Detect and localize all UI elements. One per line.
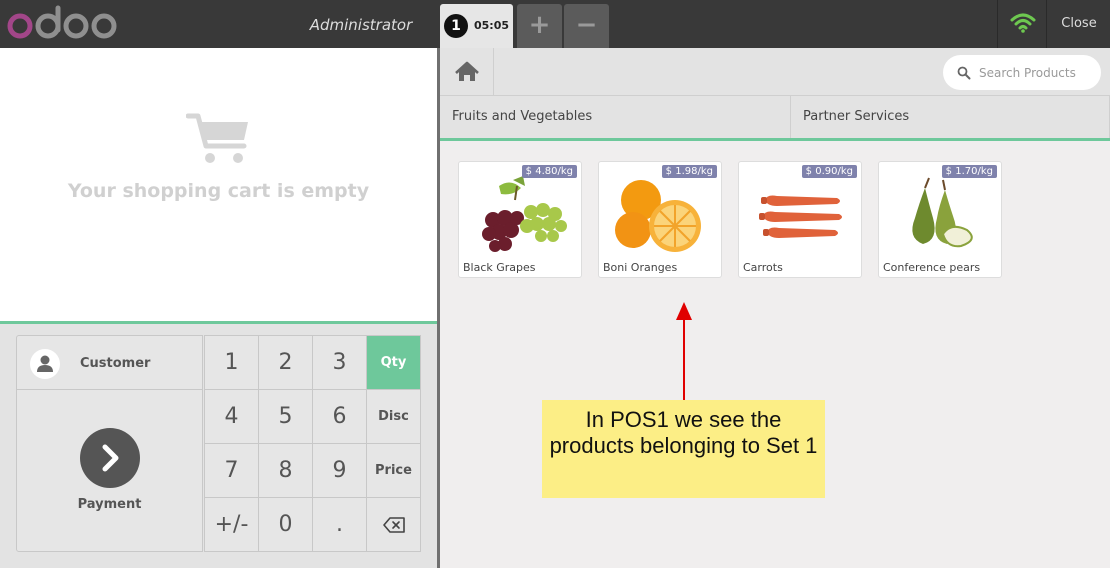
numpad-key-7[interactable]: 7	[204, 443, 259, 498]
customer-label: Customer	[80, 356, 151, 371]
user-icon	[30, 349, 60, 379]
top-bar: Administrator 1 05:05 + − Close	[0, 0, 1110, 48]
price-tag: $ 1.70/kg	[941, 165, 997, 178]
home-icon	[455, 61, 479, 81]
category-bar: Fruits and Vegetables Partner Services	[440, 96, 1110, 141]
numpad-key-1[interactable]: 1	[204, 335, 259, 390]
order-time: 05:05	[474, 19, 510, 32]
order-tab-1[interactable]: 1 05:05	[440, 4, 513, 48]
payment-label: Payment	[77, 497, 142, 512]
plus-icon: +	[528, 10, 551, 40]
product-boni-oranges[interactable]: $ 1.98/kg Boni Oranges	[598, 161, 722, 278]
product-name: Carrots	[743, 261, 783, 274]
category-fruits-and-vegetables[interactable]: Fruits and Vegetables	[440, 96, 791, 138]
wifi-icon	[1010, 13, 1036, 33]
numpad-key-dot[interactable]: .	[312, 497, 367, 552]
mode-qty-button[interactable]: Qty	[366, 335, 421, 390]
numpad-key-6[interactable]: 6	[312, 389, 367, 444]
odoo-logo	[7, 5, 117, 39]
numpad-key-plusminus[interactable]: +/-	[204, 497, 259, 552]
numpad-key-3[interactable]: 3	[312, 335, 367, 390]
mode-price-button[interactable]: Price	[366, 443, 421, 498]
numpad-key-4[interactable]: 4	[204, 389, 259, 444]
annotation-callout: In POS1 we see the products belonging to…	[542, 400, 825, 498]
product-black-grapes[interactable]: $ 4.80/kg Black Grapes	[458, 161, 582, 278]
product-screen: Fruits and Vegetables Partner Services $…	[440, 48, 1110, 568]
product-conference-pears[interactable]: $ 1.70/kg Conference pears	[878, 161, 1002, 278]
category-partner-services[interactable]: Partner Services	[790, 96, 1110, 138]
customer-button[interactable]: Customer	[16, 335, 203, 390]
numpad: 1 2 3 Qty 4 5 6 Disc 7 8 9 Price +/- 0 .	[204, 335, 421, 552]
product-name: Conference pears	[883, 261, 981, 274]
breadcrumb	[440, 48, 1110, 96]
shopping-cart-icon	[186, 113, 248, 163]
numpad-key-5[interactable]: 5	[258, 389, 313, 444]
action-pad: Customer Payment	[16, 335, 203, 552]
product-name: Black Grapes	[463, 261, 536, 274]
numpad-key-0[interactable]: 0	[258, 497, 313, 552]
remove-order-button[interactable]: −	[564, 4, 609, 48]
order-cart: Your shopping cart is empty	[0, 48, 437, 324]
backspace-button[interactable]	[366, 497, 421, 552]
carrots-image	[759, 195, 842, 238]
pears-image	[912, 177, 973, 248]
home-category-button[interactable]	[440, 48, 494, 96]
minus-icon: −	[575, 10, 598, 40]
search-input[interactable]	[979, 55, 1094, 90]
grapes-image	[482, 176, 567, 252]
close-button[interactable]: Close	[1048, 0, 1110, 48]
numpad-key-9[interactable]: 9	[312, 443, 367, 498]
search-icon	[957, 66, 971, 80]
price-tag: $ 0.90/kg	[801, 165, 857, 178]
left-pane: Your shopping cart is empty Customer Pay…	[0, 48, 437, 568]
search-box[interactable]	[943, 55, 1101, 90]
product-carrots[interactable]: $ 0.90/kg Carrots	[738, 161, 862, 278]
username: Administrator	[309, 16, 413, 34]
connection-status[interactable]	[997, 0, 1047, 48]
backspace-icon	[382, 517, 405, 533]
payment-button[interactable]: Payment	[16, 389, 203, 552]
numpad-key-8[interactable]: 8	[258, 443, 313, 498]
add-order-button[interactable]: +	[517, 4, 562, 48]
mode-disc-button[interactable]: Disc	[366, 389, 421, 444]
product-name: Boni Oranges	[603, 261, 678, 274]
annotation-arrow-icon	[676, 302, 692, 402]
numpad-key-2[interactable]: 2	[258, 335, 313, 390]
oranges-image	[615, 180, 701, 252]
empty-cart-message: Your shopping cart is empty	[67, 180, 370, 202]
chevron-right-icon	[80, 428, 140, 488]
order-number: 1	[444, 14, 468, 38]
price-tag: $ 4.80/kg	[521, 165, 577, 178]
price-tag: $ 1.98/kg	[661, 165, 717, 178]
